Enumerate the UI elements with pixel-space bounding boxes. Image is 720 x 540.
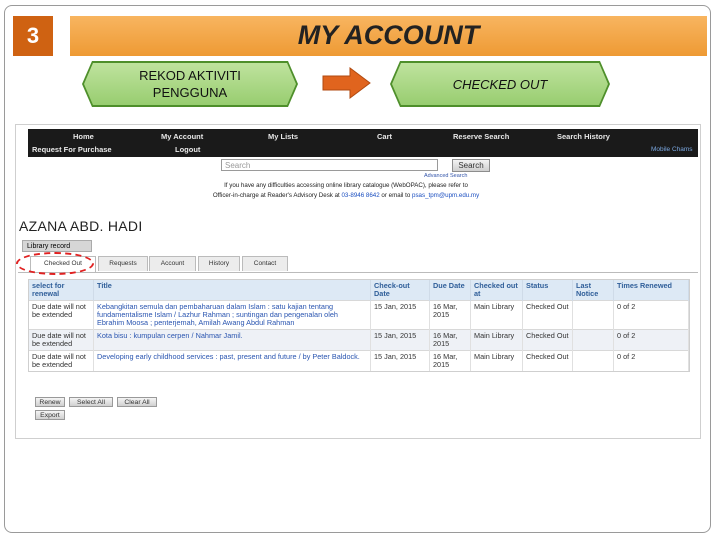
step-checked-out-label: CHECKED OUT	[452, 76, 548, 92]
step-label-line1: REKOD AKTIVITI	[139, 68, 241, 83]
top-nav: Home My Account My Lists Cart Reserve Se…	[28, 129, 698, 157]
checked-out-location: Main Library	[470, 350, 523, 371]
tab-history[interactable]: History	[198, 256, 240, 271]
col-title[interactable]: Title	[93, 280, 371, 301]
step-label-line2: PENGGUNA	[152, 85, 228, 100]
help-text: If you have any difficulties accessing o…	[211, 181, 481, 201]
checked-out-table: select for renewal Title Check-out Date …	[28, 279, 690, 372]
nav-my-lists[interactable]: My Lists	[268, 132, 298, 141]
due-date: 16 Mar, 2015	[429, 300, 471, 330]
slide-number: 3	[13, 16, 53, 56]
last-notice	[572, 300, 614, 330]
nav-request-purchase[interactable]: Request For Purchase	[32, 145, 112, 154]
status: Checked Out	[522, 350, 573, 371]
tab-requests[interactable]: Requests	[98, 256, 148, 271]
nav-reserve-search[interactable]: Reserve Search	[453, 132, 509, 141]
help-phone: 03-8946 8642	[341, 192, 380, 199]
step-box-checked-out: CHECKED OUT	[390, 61, 610, 107]
checkout-date: 15 Jan, 2015	[370, 350, 430, 371]
col-checkout-date[interactable]: Check-out Date	[370, 280, 430, 301]
user-name: AZANA ABD. HADI	[19, 218, 143, 234]
search-input[interactable]: Search	[221, 159, 438, 171]
renew-button[interactable]: Renew	[35, 397, 65, 407]
tab-account[interactable]: Account	[149, 256, 196, 271]
checked-out-location: Main Library	[470, 329, 523, 351]
title-link[interactable]: Kebangkitan semula dan pembaharuan dalam…	[93, 300, 371, 330]
title-link[interactable]: Kota bisu : kumpulan cerpen / Nahmar Jam…	[93, 329, 371, 351]
help-line1: If you have any difficulties accessing o…	[224, 182, 468, 189]
last-notice	[572, 329, 614, 351]
library-record-label: Library record	[22, 240, 92, 252]
nav-cart[interactable]: Cart	[377, 132, 392, 141]
times-renewed: 0 of 2	[613, 300, 689, 330]
search-button[interactable]: Search	[452, 159, 490, 172]
table-row: Due date will not be extended Kota bisu …	[29, 329, 689, 351]
col-status[interactable]: Status	[522, 280, 573, 301]
checked-out-location: Main Library	[470, 300, 523, 330]
nav-mobile[interactable]: Mobile Chams	[651, 146, 693, 153]
advanced-search-link[interactable]: Advanced Search	[424, 173, 467, 179]
col-times-renewed[interactable]: Times Renewed	[613, 280, 689, 301]
clear-all-button[interactable]: Clear All	[117, 397, 157, 407]
export-button[interactable]: Export	[35, 410, 65, 420]
title-link[interactable]: Developing early childhood services : pa…	[93, 350, 371, 371]
step-box-user-activity: REKOD AKTIVITI PENGGUNA	[82, 61, 298, 107]
col-select-renewal: select for renewal	[29, 280, 94, 301]
nav-logout[interactable]: Logout	[175, 145, 200, 154]
help-line2: Officer-in-charge at Reader's Advisory D…	[212, 192, 480, 199]
nav-search-history[interactable]: Search History	[557, 132, 610, 141]
status: Checked Out	[522, 329, 573, 351]
col-checked-out-at[interactable]: Checked out at	[470, 280, 523, 301]
help-email-link[interactable]: psas_tpm@upm.edu.my	[412, 192, 479, 199]
renew-note: Due date will not be extended	[29, 329, 94, 351]
account-tabs: Checked Out Requests Account History Con…	[18, 254, 698, 273]
checkout-date: 15 Jan, 2015	[370, 300, 430, 330]
select-all-button[interactable]: Select All	[69, 397, 113, 407]
col-last-notice[interactable]: Last Notice	[572, 280, 614, 301]
last-notice	[572, 350, 614, 371]
renew-note: Due date will not be extended	[29, 300, 94, 330]
times-renewed: 0 of 2	[613, 350, 689, 371]
checkout-date: 15 Jan, 2015	[370, 329, 430, 351]
nav-home[interactable]: Home	[73, 132, 94, 141]
title-bar: MY ACCOUNT	[70, 16, 707, 56]
renew-note: Due date will not be extended	[29, 350, 94, 371]
due-date: 16 Mar, 2015	[429, 329, 471, 351]
status: Checked Out	[522, 300, 573, 330]
table-row: Due date will not be extended Developing…	[29, 350, 689, 371]
table-header-row: select for renewal Title Check-out Date …	[29, 280, 689, 301]
times-renewed: 0 of 2	[613, 329, 689, 351]
due-date: 16 Mar, 2015	[429, 350, 471, 371]
tab-contact[interactable]: Contact	[242, 256, 288, 271]
arrow-right-icon	[322, 67, 371, 99]
col-due-date[interactable]: Due Date	[429, 280, 471, 301]
nav-my-account[interactable]: My Account	[161, 132, 203, 141]
opac-screenshot: Home My Account My Lists Cart Reserve Se…	[15, 124, 701, 439]
highlight-circle	[16, 252, 94, 275]
slide-title: MY ACCOUNT	[297, 20, 480, 50]
table-row: Due date will not be extended Kebangkita…	[29, 300, 689, 330]
